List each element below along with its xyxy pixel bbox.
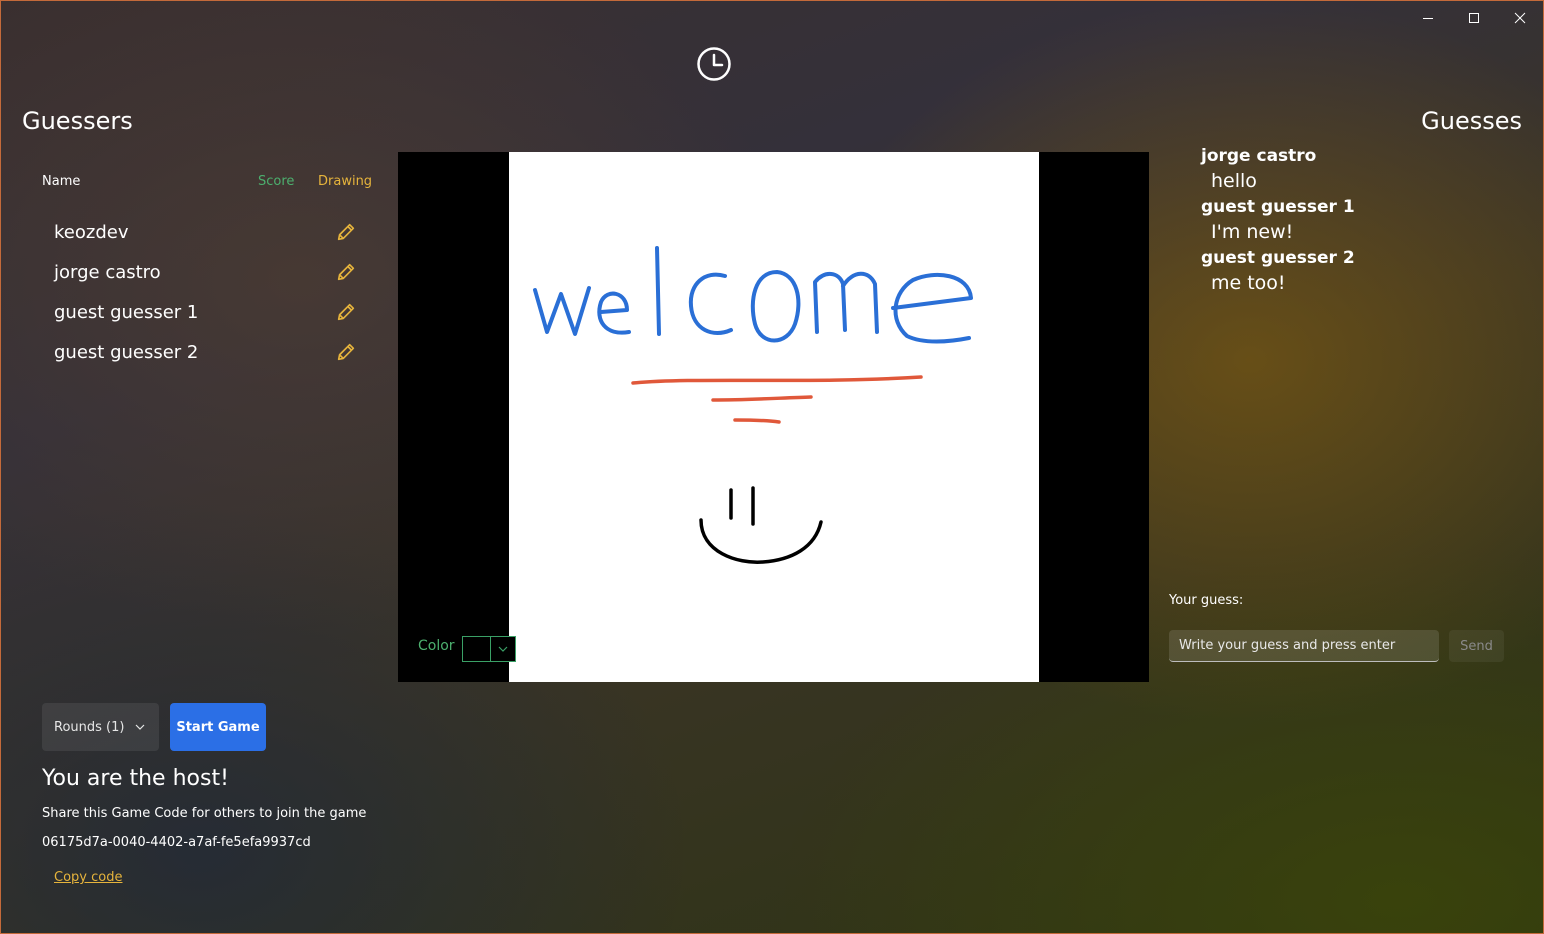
guessers-list: keozdev jorge castro guest guesser 1 gue… bbox=[54, 219, 374, 379]
guess-input[interactable] bbox=[1169, 630, 1439, 662]
guess-user: guest guesser 2 bbox=[1201, 248, 1355, 268]
share-instructions: Share this Game Code for others to join … bbox=[42, 806, 367, 821]
player-name: guest guesser 1 bbox=[54, 302, 199, 323]
chevron-down-icon bbox=[135, 724, 145, 730]
drawing-canvas[interactable] bbox=[509, 152, 1039, 682]
player-name: keozdev bbox=[54, 222, 129, 243]
drawing-strokes bbox=[533, 246, 973, 564]
window-controls bbox=[1405, 1, 1543, 35]
game-code: 06175d7a-0040-4402-a7af-fe5efa9937cd bbox=[42, 835, 311, 850]
pencil-icon bbox=[337, 263, 355, 281]
maximize-icon bbox=[1469, 13, 1479, 23]
pencil-icon bbox=[337, 223, 355, 241]
color-picker[interactable] bbox=[462, 636, 516, 662]
start-game-button[interactable]: Start Game bbox=[170, 703, 266, 751]
guesses-list: jorge castro hello guest guesser 1 I'm n… bbox=[1201, 144, 1521, 297]
column-score: Score bbox=[258, 174, 295, 189]
guesses-title: Guesses bbox=[1421, 107, 1522, 135]
guess-user: jorge castro bbox=[1201, 146, 1317, 166]
guess-text: I'm new! bbox=[1211, 221, 1294, 243]
player-name: guest guesser 2 bbox=[54, 342, 199, 363]
player-row: guest guesser 1 bbox=[54, 299, 374, 339]
guess-text: me too! bbox=[1211, 272, 1286, 294]
guess-text: hello bbox=[1211, 170, 1257, 192]
guess-item: guest guesser 2 me too! bbox=[1201, 246, 1521, 297]
color-swatch bbox=[463, 637, 490, 661]
minimize-icon bbox=[1423, 18, 1433, 19]
rounds-dropdown[interactable]: Rounds (1) bbox=[42, 703, 159, 751]
guessers-table-header: Name Score Drawing bbox=[42, 174, 372, 194]
guess-user: guest guesser 1 bbox=[1201, 197, 1355, 217]
player-row: jorge castro bbox=[54, 259, 374, 299]
close-icon bbox=[1514, 12, 1526, 24]
maximize-button[interactable] bbox=[1451, 1, 1497, 35]
player-row: keozdev bbox=[54, 219, 374, 259]
player-name: jorge castro bbox=[54, 262, 161, 283]
pencil-icon bbox=[337, 343, 355, 361]
guess-item: jorge castro hello bbox=[1201, 144, 1521, 195]
player-row: guest guesser 2 bbox=[54, 339, 374, 379]
guessers-title: Guessers bbox=[22, 107, 133, 135]
close-button[interactable] bbox=[1497, 1, 1543, 35]
pencil-icon bbox=[337, 303, 355, 321]
send-button[interactable]: Send bbox=[1449, 630, 1504, 662]
chevron-down-icon bbox=[490, 637, 515, 661]
column-name: Name bbox=[42, 174, 81, 189]
host-title: You are the host! bbox=[42, 766, 229, 791]
drawing-canvas-area: Color bbox=[398, 152, 1149, 682]
clock-icon bbox=[697, 47, 731, 81]
copy-code-link[interactable]: Copy code bbox=[54, 870, 122, 885]
minimize-button[interactable] bbox=[1405, 1, 1451, 35]
guess-item: guest guesser 1 I'm new! bbox=[1201, 195, 1521, 246]
your-guess-label: Your guess: bbox=[1169, 593, 1244, 608]
column-drawing: Drawing bbox=[318, 174, 373, 189]
rounds-label: Rounds (1) bbox=[54, 719, 125, 735]
color-label: Color bbox=[418, 638, 455, 654]
